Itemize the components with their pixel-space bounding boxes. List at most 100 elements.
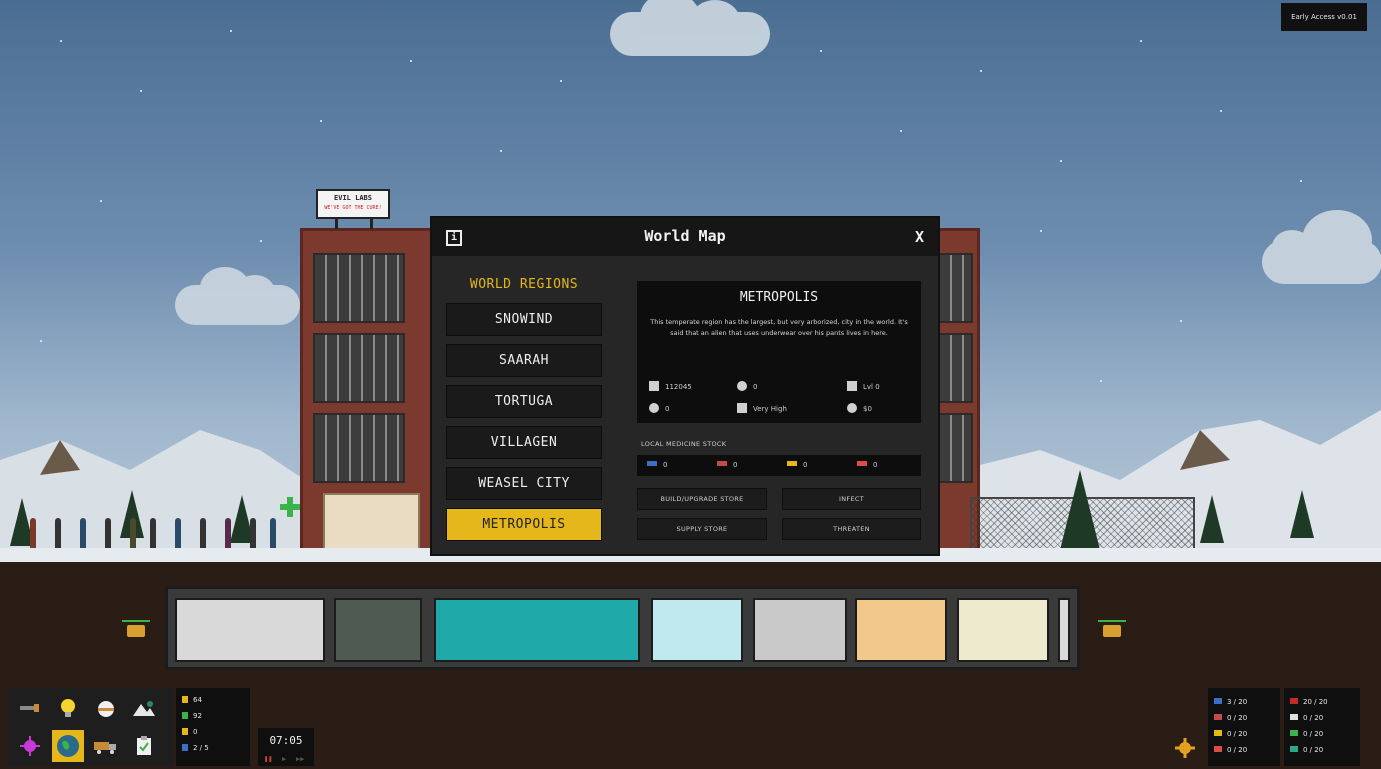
light-tool-button[interactable] xyxy=(52,692,84,724)
cap-capsule: 0 / 20 xyxy=(1214,730,1247,738)
office-room[interactable] xyxy=(651,598,743,662)
cap-flask: 0 / 20 xyxy=(1214,714,1247,722)
stock-pill-value: 0 xyxy=(663,461,668,469)
game-clock: 07:05 ❚❚ ▶ ▶▶ xyxy=(258,728,314,766)
region-description: This temperate region has the largest, b… xyxy=(650,318,908,337)
stock-syringe-value: 0 xyxy=(873,461,878,469)
build-upgrade-store-button[interactable]: BUILD/UPGRADE STORE xyxy=(637,488,767,510)
store-icon xyxy=(847,381,857,391)
energy-icon xyxy=(182,728,188,735)
staff-icon xyxy=(182,744,188,751)
money-bag-icon xyxy=(847,403,857,413)
version-badge: Early Access v0.01 xyxy=(1281,3,1367,31)
research-value: 92 xyxy=(193,712,202,720)
storage-capacity-right: 20 / 20 0 / 20 0 / 20 0 / 20 xyxy=(1284,688,1360,766)
virus-icon xyxy=(1290,698,1298,704)
staff-tool-button[interactable] xyxy=(90,692,122,724)
research-resource: 92 xyxy=(182,712,202,720)
empty-room[interactable] xyxy=(175,598,325,662)
threaten-button[interactable]: THREATEN xyxy=(782,518,921,540)
pill-blue-icon xyxy=(647,461,657,466)
stock-label: LOCAL MEDICINE STOCK xyxy=(641,440,727,448)
deaths-stat: 0 xyxy=(737,381,757,391)
region-metropolis[interactable]: METROPOLIS xyxy=(446,508,602,541)
store-level-value: Lvl 0 xyxy=(863,383,880,391)
cap-virus-value: 20 / 20 xyxy=(1303,698,1328,706)
evil-labs-billboard: EVIL LABS WE'VE GOT THE CURE! xyxy=(316,189,390,219)
drop-icon xyxy=(1290,730,1298,736)
stock-syringe: 0 xyxy=(857,461,877,469)
cap-syringe: 0 / 20 xyxy=(1214,746,1247,754)
store-level-stat: Lvl 0 xyxy=(847,381,880,391)
flask-icon xyxy=(182,712,188,719)
cafeteria-room[interactable] xyxy=(434,598,640,662)
cloud xyxy=(175,267,300,325)
virus-icon xyxy=(649,403,659,413)
settings-button[interactable] xyxy=(1170,733,1200,763)
terrain-tool-button[interactable] xyxy=(128,692,160,724)
storage-capacity-left: 3 / 20 0 / 20 0 / 20 0 / 20 xyxy=(1208,688,1280,766)
money-stat: $0 xyxy=(847,403,872,413)
flask-icon xyxy=(1214,714,1222,720)
flask-icon xyxy=(717,461,727,466)
capsule-icon xyxy=(1214,730,1222,736)
stock-flask: 0 xyxy=(717,461,737,469)
clipboard-icon xyxy=(137,736,151,755)
stock-flask-value: 0 xyxy=(733,461,738,469)
hardhat-icon xyxy=(98,701,114,717)
room-edge xyxy=(1058,598,1070,662)
wealth-stat: Very High xyxy=(737,403,787,413)
play-icon[interactable]: ▶ xyxy=(282,755,286,763)
pharmacy-cross-icon xyxy=(280,497,300,517)
energy-resource: 0 xyxy=(182,728,197,736)
mountain-icon xyxy=(133,701,155,716)
cap-cloud: 0 / 20 xyxy=(1290,714,1323,722)
population-stat: 112045 xyxy=(649,381,692,391)
lounge-room[interactable] xyxy=(957,598,1049,662)
delivery-tool-button[interactable] xyxy=(90,730,122,762)
infect-button[interactable]: INFECT xyxy=(782,488,921,510)
virus-tool-button[interactable] xyxy=(14,730,46,762)
stock-capsule: 0 xyxy=(787,461,807,469)
pipe-tool-button[interactable] xyxy=(14,692,46,724)
elevator-left-icon[interactable] xyxy=(122,616,150,640)
energy-value: 0 xyxy=(193,728,198,736)
staff-resource: 2 / 5 xyxy=(182,744,209,752)
medicine-stock-bar: 0 0 0 0 xyxy=(637,455,921,476)
capsule-icon xyxy=(787,461,797,466)
vault-room[interactable] xyxy=(753,598,847,662)
cap-drop: 0 / 20 xyxy=(1290,730,1323,738)
world-map-button[interactable] xyxy=(52,730,84,762)
supply-store-button[interactable]: SUPPLY STORE xyxy=(637,518,767,540)
close-button[interactable]: X xyxy=(915,228,924,246)
build-toolbar xyxy=(8,688,174,766)
elevator-right-icon[interactable] xyxy=(1098,616,1126,640)
pause-icon[interactable]: ❚❚ xyxy=(264,755,272,763)
alien-virus-icon xyxy=(20,736,40,756)
lightbulb-icon xyxy=(61,699,75,717)
region-snowind[interactable]: SNOWIND xyxy=(446,303,602,336)
regions-title: WORLD REGIONS xyxy=(469,277,579,292)
syringe-icon xyxy=(1214,746,1222,752)
wealth-value: Very High xyxy=(753,405,787,413)
region-villagen[interactable]: VILLAGEN xyxy=(446,426,602,459)
pill-blue-icon xyxy=(1214,698,1222,704)
fast-forward-icon[interactable]: ▶▶ xyxy=(296,755,304,763)
region-name: METROPOLIS xyxy=(739,290,819,305)
stock-pill: 0 xyxy=(647,461,667,469)
cap-orb: 0 / 20 xyxy=(1290,746,1323,754)
machine-room[interactable] xyxy=(334,598,422,662)
region-saarah[interactable]: SAARAH xyxy=(446,344,602,377)
dialog-header: i World Map X xyxy=(432,218,938,256)
coins-icon xyxy=(182,696,188,703)
cap-orb-value: 0 / 20 xyxy=(1303,746,1324,754)
cap-drop-value: 0 / 20 xyxy=(1303,730,1324,738)
billboard-tagline: WE'VE GOT THE CURE! xyxy=(324,205,382,211)
region-tortuga[interactable]: TORTUGA xyxy=(446,385,602,418)
tasks-tool-button[interactable] xyxy=(128,730,160,762)
region-weasel-city[interactable]: WEASEL CITY xyxy=(446,467,602,500)
cloud-icon xyxy=(1290,714,1298,720)
region-info-panel: METROPOLIS This temperate region has the… xyxy=(637,281,921,423)
coins-resource: 64 xyxy=(182,696,202,704)
bedroom[interactable] xyxy=(855,598,947,662)
